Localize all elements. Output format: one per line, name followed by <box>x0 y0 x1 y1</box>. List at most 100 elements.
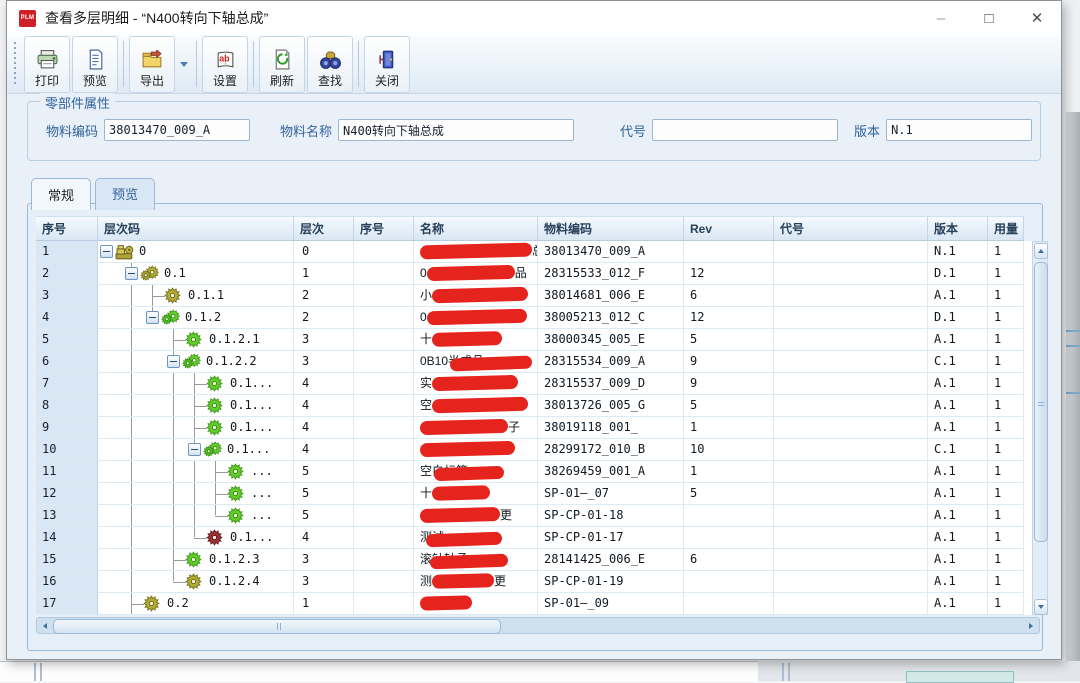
table-row[interactable]: 12...5十SP-01—_075A.11 <box>36 483 1040 505</box>
table-row[interactable]: 13...5更SP-CP-01-18A.11 <box>36 505 1040 527</box>
table-row[interactable]: 100总成38013470_009_AN.11 <box>36 241 1040 263</box>
tab-preview[interactable]: 预览 <box>95 178 155 210</box>
horizontal-scroll-thumb[interactable] <box>53 619 501 634</box>
field-input-3[interactable] <box>886 119 1032 141</box>
vertical-scroll-thumb[interactable] <box>1034 262 1048 542</box>
column-header-2[interactable]: 层次 <box>294 216 354 241</box>
seq-cell <box>354 285 414 307</box>
daihao-cell <box>774 351 928 373</box>
table-row[interactable]: 70.1...4实28315537_009_D9A.11 <box>36 373 1040 395</box>
level-code-label: 0 <box>139 241 146 262</box>
seq-cell <box>354 527 414 549</box>
row-number-cell: 3 <box>36 285 98 307</box>
close-button[interactable]: ✕ <box>1013 1 1061 35</box>
table-row[interactable]: 30.1.12小38014681_006_E6A.11 <box>36 285 1040 307</box>
thumb-grip-icon <box>1038 402 1044 403</box>
scroll-right-button[interactable] <box>1024 619 1038 632</box>
tree-expander-collapse[interactable] <box>167 355 180 368</box>
level-code-cell: 0.1... <box>98 373 294 395</box>
material-code-cell: 38000345_005_E <box>538 329 684 351</box>
gear-green-icon <box>227 485 244 505</box>
tree-line <box>194 505 195 526</box>
background-window-right-panel <box>1066 112 1080 681</box>
table-row[interactable]: 100.1...428299172_010_B10C.11 <box>36 439 1040 461</box>
tree-line <box>215 505 216 515</box>
scroll-down-button[interactable] <box>1034 599 1048 615</box>
printer-icon <box>36 48 59 72</box>
plm-dialog-window: PLM 查看多层明细 - “N400转向下轴总成” – □ ✕ 打印预览导出ab… <box>6 0 1062 660</box>
column-header-1[interactable]: 层次码 <box>98 216 294 241</box>
gear-green-icon <box>185 331 202 351</box>
tree-line <box>194 527 195 537</box>
tree-expander-collapse[interactable] <box>100 245 113 258</box>
toolbar-button-settings-ab[interactable]: ab设置 <box>202 36 248 93</box>
tree-line <box>131 417 132 438</box>
qty-cell: 1 <box>988 549 1024 571</box>
toolbar-grip[interactable] <box>13 42 18 86</box>
background-divider <box>1066 345 1080 347</box>
tree-line <box>173 461 174 482</box>
toolbar-button-printer[interactable]: 打印 <box>24 36 70 93</box>
name-cell: 测更 <box>414 571 538 593</box>
window-title: 查看多层明细 - “N400转向下轴总成” <box>45 8 268 28</box>
scroll-up-button[interactable] <box>1034 243 1048 259</box>
version-cell: A.1 <box>928 285 988 307</box>
tab-general[interactable]: 常规 <box>31 178 91 210</box>
toolbar-button-close-door[interactable]: 关闭 <box>364 36 410 93</box>
tree-expander-collapse[interactable] <box>146 311 159 324</box>
level-cell: 2 <box>294 307 354 329</box>
redaction-scribble <box>427 265 515 281</box>
table-row[interactable]: 170.21SP-01—_09A.11 <box>36 593 1040 615</box>
redaction-scribble <box>432 573 494 589</box>
column-header-7[interactable]: 代号 <box>774 216 928 241</box>
field-input-1[interactable] <box>338 119 574 141</box>
table-row[interactable]: 60.1.2.230B10半成品28315534_009_A9C.11 <box>36 351 1040 373</box>
table-row[interactable]: 160.1.2.43测更SP-CP-01-19A.11 <box>36 571 1040 593</box>
field-input-2[interactable] <box>652 119 838 141</box>
column-header-9[interactable]: 用量 <box>988 216 1024 241</box>
level-code-label: 0.1... <box>230 527 273 548</box>
table-row[interactable]: 20.110品28315533_012_F12D.11 <box>36 263 1040 285</box>
gears-green-icon <box>182 353 202 373</box>
table-row[interactable]: 150.1.2.33滚针轴承28141425_006_E6A.11 <box>36 549 1040 571</box>
background-grip <box>788 663 790 681</box>
toolbar-button-preview-document[interactable]: 预览 <box>72 36 118 93</box>
level-cell: 3 <box>294 571 354 593</box>
field-input-0[interactable] <box>104 119 250 141</box>
toolbar-button-export-folder[interactable]: 导出 <box>129 36 175 93</box>
toolbar-button-refresh[interactable]: 刷新 <box>259 36 305 93</box>
tree-expander-collapse[interactable] <box>125 267 138 280</box>
column-header-0[interactable]: 序号 <box>36 216 98 241</box>
level-code-label: 0.1.2.1 <box>209 329 260 350</box>
vertical-scrollbar[interactable] <box>1032 241 1048 615</box>
horizontal-scrollbar[interactable] <box>36 617 1040 634</box>
seq-cell <box>354 461 414 483</box>
table-row[interactable]: 80.1...4空38013726_005_G5A.11 <box>36 395 1040 417</box>
export-dropdown-button[interactable] <box>176 38 192 90</box>
column-header-3[interactable]: 序号 <box>354 216 414 241</box>
level-code-label: 0.1 <box>164 263 186 284</box>
level-code-cell: 0.1.2.2 <box>98 351 294 373</box>
material-code-cell: SP-01—_09 <box>538 593 684 615</box>
column-header-4[interactable]: 名称 <box>414 216 538 241</box>
name-text: 0 <box>420 310 427 324</box>
name-text: 测 <box>420 574 432 588</box>
table-row[interactable]: 140.1...4测试SP-CP-01-17A.11 <box>36 527 1040 549</box>
scroll-left-button[interactable] <box>38 619 52 632</box>
tree-line <box>131 549 132 570</box>
minimize-button[interactable]: – <box>917 1 965 35</box>
version-cell: A.1 <box>928 593 988 615</box>
toolbar-button-find-binoculars[interactable]: 查找 <box>307 36 353 93</box>
daihao-cell <box>774 483 928 505</box>
table-row[interactable]: 40.1.22038005213_012_C12D.11 <box>36 307 1040 329</box>
tree-expander-collapse[interactable] <box>188 443 201 456</box>
table-row[interactable]: 50.1.2.13十38000345_005_E5A.11 <box>36 329 1040 351</box>
rev-cell <box>684 571 774 593</box>
table-row[interactable]: 90.1...4子38019118_001_1A.11 <box>36 417 1040 439</box>
grid-header-row: 序号层次码层次序号名称物料编码Rev代号版本用量 <box>36 216 1040 241</box>
table-row[interactable]: 11...5空白标签38269459_001_A1A.11 <box>36 461 1040 483</box>
column-header-8[interactable]: 版本 <box>928 216 988 241</box>
column-header-5[interactable]: 物料编码 <box>538 216 684 241</box>
column-header-6[interactable]: Rev <box>684 216 774 241</box>
maximize-button[interactable]: □ <box>965 1 1013 35</box>
